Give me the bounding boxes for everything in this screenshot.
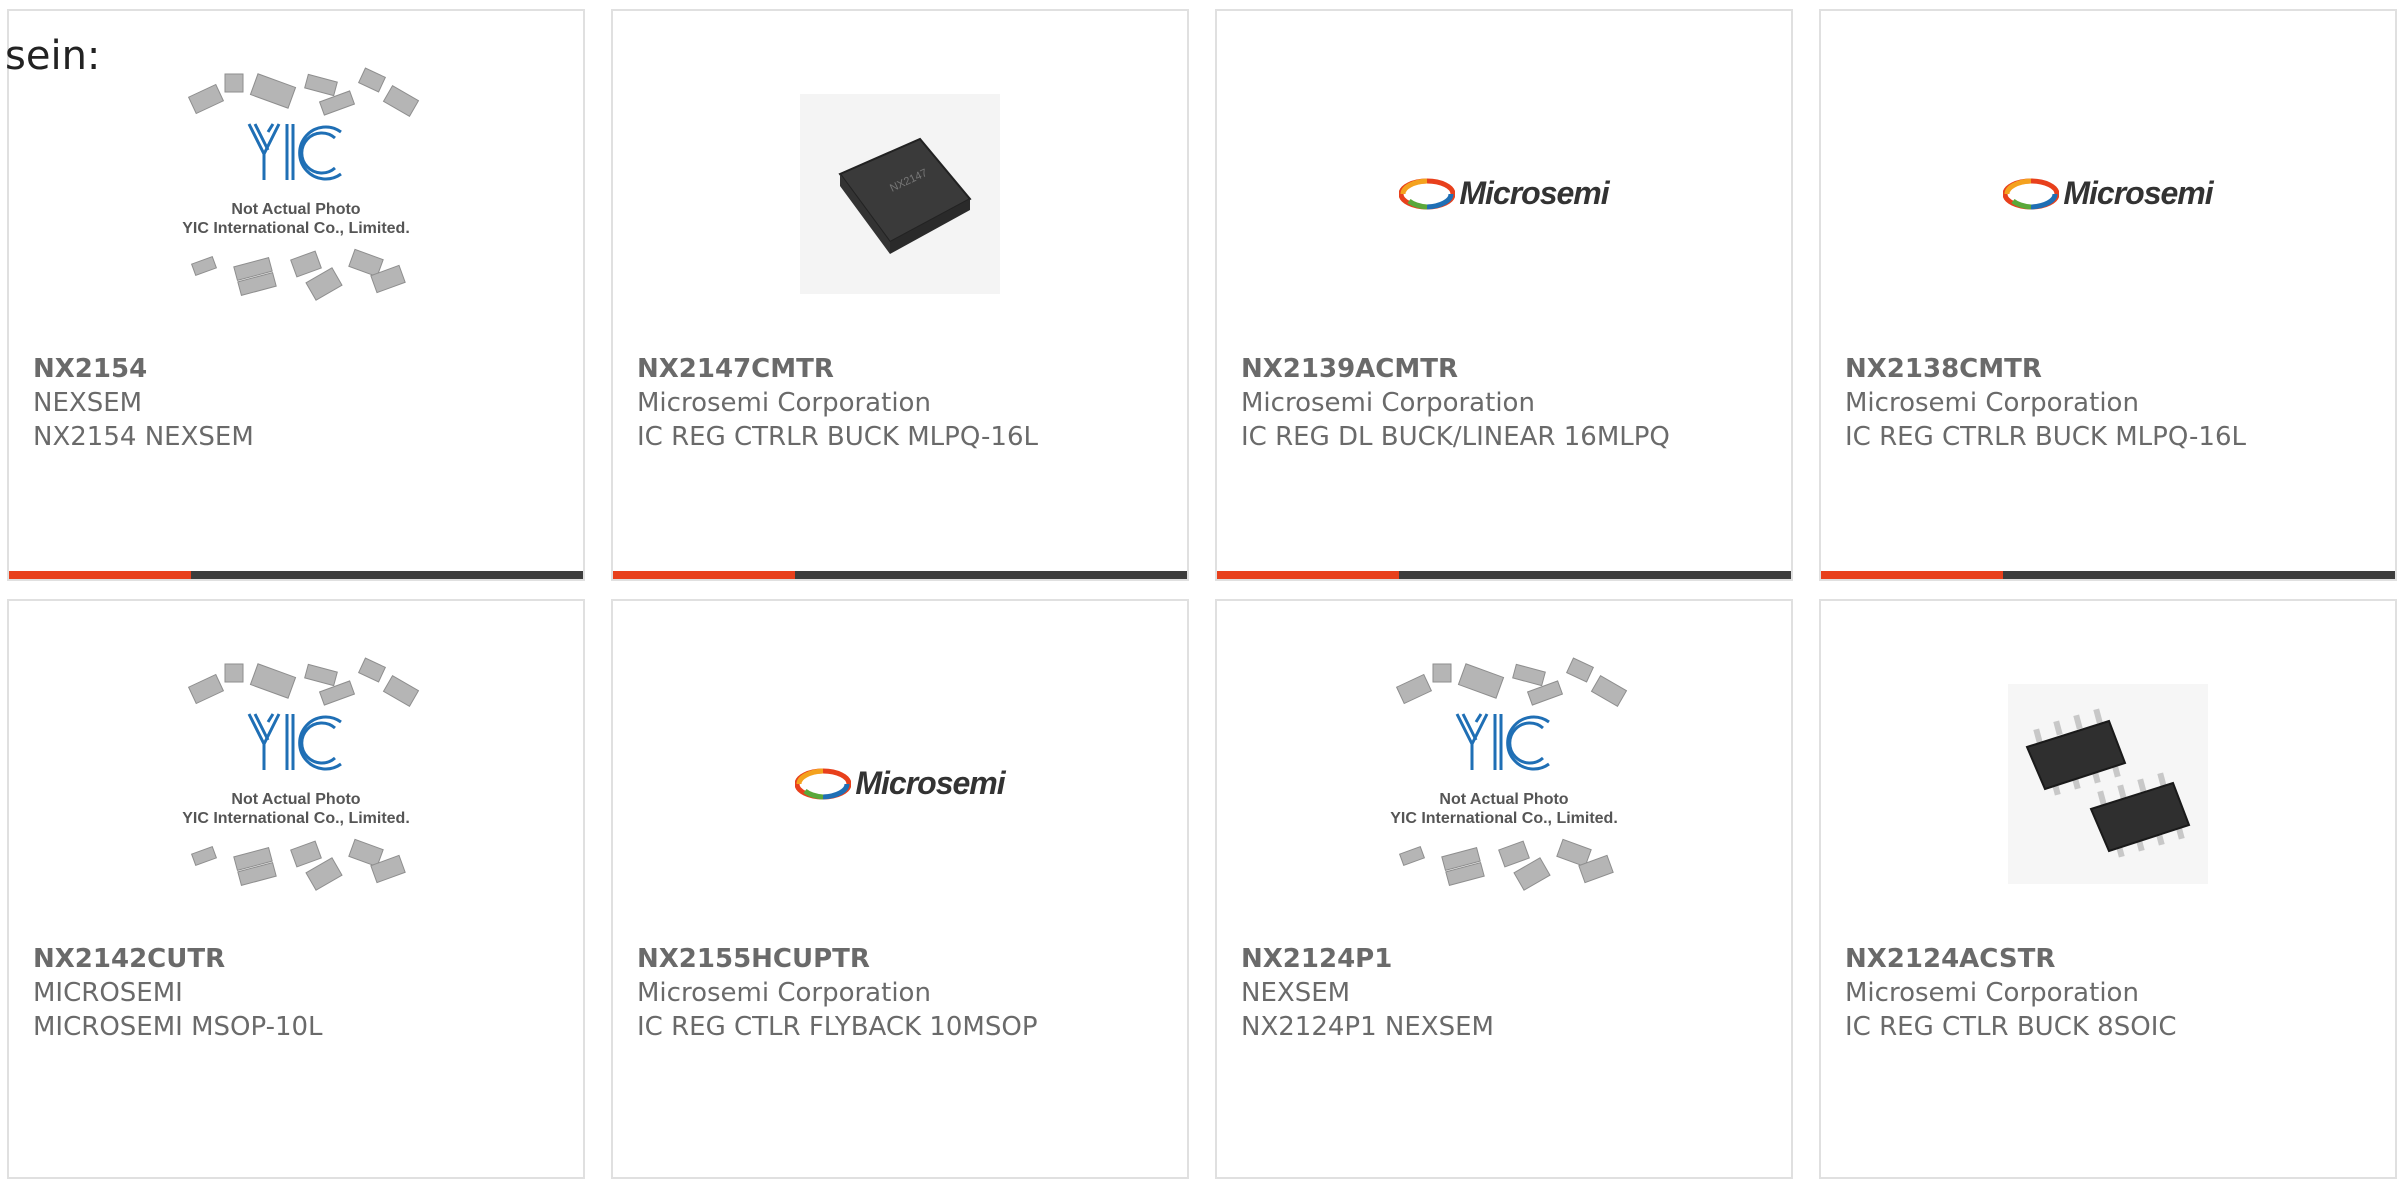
product-part-number[interactable]: NX2124ACSTR [1845,944,2055,974]
microsemi-logo-image: Microsemi [2003,175,2214,212]
product-part-number[interactable]: NX2147CMTR [637,354,834,384]
yic-caption-line2: YIC International Co., Limited. [182,220,410,237]
product-description: IC REG CTLR FLYBACK 10MSOP [637,1012,1038,1042]
yic-placeholder-image: Not Actual Photo YIC International Co., … [1369,652,1639,896]
card-bar [1217,571,1791,579]
product-description: MICROSEMI MSOP-10L [33,1012,323,1042]
product-manufacturer: NEXSEM [1241,978,1351,1008]
qfn-chip-image: NX2147 [800,93,1000,294]
product-manufacturer: Microsemi Corporation [637,978,931,1008]
intro-text: sein: [5,33,101,79]
card-bar [9,571,583,579]
yic-caption-line2: YIC International Co., Limited. [1390,810,1618,827]
product-manufacturer: NEXSEM [33,388,143,418]
product-part-number[interactable]: NX2124P1 [1241,944,1392,974]
microsemi-logo-text: Microsemi [855,765,1005,801]
product-grid: Not Actual Photo YIC International Co., … [0,0,2400,1179]
product-image[interactable]: Microsemi [1821,11,2395,356]
product-card[interactable]: Not Actual Photo YIC International Co., … [7,599,585,1179]
product-card[interactable]: Not Actual Photo YIC International Co., … [1215,599,1793,1179]
yic-caption-line2: YIC International Co., Limited. [182,810,410,827]
microsemi-logo-image: Microsemi [1399,175,1610,212]
card-bar-accent [613,571,795,579]
product-manufacturer: Microsemi Corporation [637,388,931,418]
product-card[interactable]: Microsemi NX2139ACMTR Microsemi Corporat… [1215,9,1793,581]
microsemi-logo-text: Microsemi [1459,175,1609,211]
card-bar-accent [1217,571,1399,579]
product-part-number[interactable]: NX2139ACMTR [1241,354,1458,384]
product-part-number[interactable]: NX2138CMTR [1845,354,2042,384]
yic-placeholder-image: Not Actual Photo YIC International Co., … [161,62,431,306]
product-card[interactable]: NX2124ACSTR Microsemi Corporation IC REG… [1819,599,2397,1179]
yic-placeholder-image: Not Actual Photo YIC International Co., … [161,652,431,896]
yic-caption-line1: Not Actual Photo [1439,791,1568,808]
product-manufacturer: Microsemi Corporation [1241,388,1535,418]
product-manufacturer: Microsemi Corporation [1845,978,2139,1008]
yic-caption-line1: Not Actual Photo [231,201,360,218]
yic-caption-line1: Not Actual Photo [231,791,360,808]
card-bar-accent [1821,571,2003,579]
product-image[interactable] [1821,601,2395,946]
product-description: IC REG CTRLR BUCK MLPQ-16L [637,422,1038,452]
product-card[interactable]: Not Actual Photo YIC International Co., … [7,9,585,581]
microsemi-logo-image: Microsemi [795,765,1006,802]
product-image[interactable]: Not Actual Photo YIC International Co., … [9,601,583,946]
soic-chips-image [2008,683,2208,884]
product-image[interactable]: Microsemi [1217,11,1791,356]
product-description: NX2124P1 NEXSEM [1241,1012,1494,1042]
card-bar-accent [9,571,191,579]
product-image[interactable]: Microsemi [613,601,1187,946]
card-bar [613,571,1187,579]
product-description: IC REG CTRLR BUCK MLPQ-16L [1845,422,2246,452]
product-part-number[interactable]: NX2155HCUPTR [637,944,870,974]
card-bar [1821,571,2395,579]
product-manufacturer: Microsemi Corporation [1845,388,2139,418]
product-image[interactable]: NX2147 [613,11,1187,356]
product-card[interactable]: Microsemi NX2155HCUPTR Microsemi Corpora… [611,599,1189,1179]
product-description: IC REG DL BUCK/LINEAR 16MLPQ [1241,422,1670,452]
microsemi-logo-text: Microsemi [2063,175,2213,211]
product-image[interactable]: Not Actual Photo YIC International Co., … [1217,601,1791,946]
product-card[interactable]: NX2147 NX2147CMTR Microsemi Corporation … [611,9,1189,581]
product-part-number[interactable]: NX2154 [33,354,147,384]
product-card[interactable]: Microsemi NX2138CMTR Microsemi Corporati… [1819,9,2397,581]
product-manufacturer: MICROSEMI [33,978,183,1008]
product-part-number[interactable]: NX2142CUTR [33,944,225,974]
product-description: IC REG CTLR BUCK 8SOIC [1845,1012,2177,1042]
product-description: NX2154 NEXSEM [33,422,254,452]
